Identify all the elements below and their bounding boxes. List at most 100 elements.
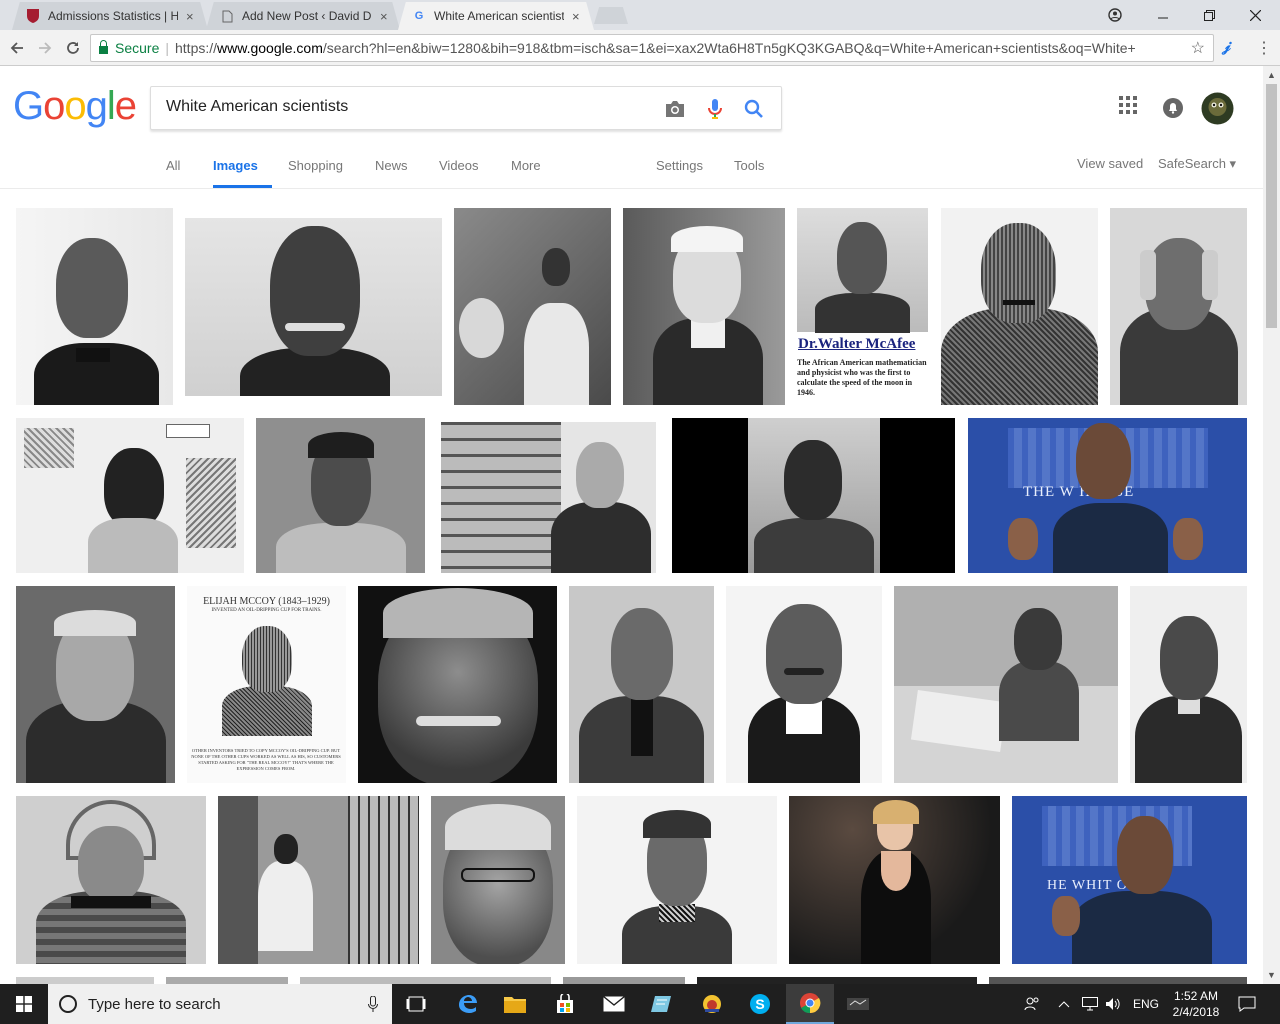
reload-icon[interactable] [61,36,85,60]
scrollbar-thumb[interactable] [1266,84,1277,328]
image-result[interactable] [577,796,777,964]
tab-videos[interactable]: Videos [439,158,479,188]
taskbar-clock[interactable]: 1:52 AM 2/4/2018 [1168,988,1224,1020]
network-icon[interactable] [1082,984,1098,1024]
search-icon[interactable] [742,97,766,121]
address-bar[interactable]: Secure | https://www.google.com/search?h… [90,34,1214,62]
image-result[interactable] [789,796,1000,964]
image-result[interactable] [726,586,882,783]
url-path: /search?hl=en&biw=1280&bih=918&tbm=isch&… [322,40,1135,56]
image-result[interactable] [941,208,1098,405]
action-center-icon[interactable] [1238,984,1256,1024]
image-result[interactable] [185,218,442,396]
store-icon[interactable] [541,984,589,1024]
image-result[interactable] [16,208,173,405]
app-window-icon[interactable] [834,984,882,1024]
logo-letter: g [85,84,108,128]
new-tab-button[interactable] [594,7,628,24]
microphone-icon[interactable] [703,97,727,121]
notes-app-icon[interactable] [638,984,686,1024]
image-result[interactable] [454,208,611,405]
volume-icon[interactable] [1105,984,1121,1024]
safesearch-dropdown[interactable]: SafeSearch ▾ [1158,156,1236,186]
view-saved-link[interactable]: View saved [1077,156,1143,186]
image-result[interactable] [1110,208,1247,405]
google-logo[interactable]: Google [13,84,137,129]
image-result[interactable] [623,208,785,405]
task-view-icon[interactable] [392,984,440,1024]
tab-all[interactable]: All [166,158,180,188]
microphone-icon[interactable] [368,995,378,1016]
svg-text:S: S [755,996,764,1012]
close-tab-icon[interactable]: × [186,9,194,24]
search-input[interactable] [166,98,646,116]
image-result[interactable] [894,586,1118,783]
image-result[interactable] [300,977,551,984]
chrome-menu-icon[interactable]: ⋮ [1256,38,1272,58]
language-indicator[interactable]: ENG [1133,984,1159,1024]
image-result[interactable] [431,796,565,964]
image-result[interactable]: ELIJAH MCCOY (1843–1929) INVENTED AN OIL… [187,586,346,783]
image-result[interactable] [218,796,419,964]
image-result[interactable] [16,418,244,573]
tab-images[interactable]: Images [213,158,272,188]
apps-grid-icon[interactable] [1119,96,1137,119]
app-shield-icon[interactable] [688,984,736,1024]
tab-more[interactable]: More [511,158,541,188]
close-tab-icon[interactable]: × [380,9,388,24]
bookmark-star-icon[interactable]: ☆ [1191,38,1205,58]
restore-icon[interactable] [1186,0,1232,30]
tab-add-new-post[interactable]: Add New Post ‹ David Du × [206,2,400,30]
image-result[interactable] [441,422,656,573]
tab-google-images[interactable]: G White American scientist × [398,2,594,30]
taskbar-search-placeholder: Type here to search [88,995,221,1013]
image-result[interactable] [16,977,154,984]
image-caption-text: OTHER INVENTORS TRIED TO COPY MCCOY'S OI… [191,748,341,771]
image-caption-text: The African American mathematician and p… [797,358,927,397]
tray-chevron-up-icon[interactable] [1058,984,1070,1024]
tab-shopping[interactable]: Shopping [288,158,343,188]
vertical-scrollbar[interactable]: ▲ ▼ [1263,66,1280,986]
edge-browser-icon[interactable] [443,984,491,1024]
image-result[interactable] [672,418,955,573]
tab-admissions-statistics[interactable]: Admissions Statistics | Ha × [12,2,208,30]
windows-start-icon[interactable] [0,984,48,1024]
image-result[interactable] [16,796,206,964]
image-result[interactable] [256,418,425,573]
notifications-bell-icon[interactable] [1162,97,1184,124]
image-result[interactable] [166,977,288,984]
secure-indicator[interactable]: Secure [99,39,159,56]
close-tab-icon[interactable]: × [572,9,580,24]
image-result[interactable] [358,586,557,783]
chrome-icon[interactable] [786,984,834,1024]
image-result[interactable]: THE W HOUSE [968,418,1247,573]
file-explorer-icon[interactable] [491,984,539,1024]
close-window-icon[interactable] [1232,0,1278,30]
image-result[interactable] [563,977,685,984]
extension-icon[interactable]: 𝒿 [1222,38,1231,56]
image-result[interactable] [989,977,1247,984]
taskbar-search-box[interactable]: Type here to search [48,984,392,1024]
tools-link[interactable]: Tools [734,158,764,188]
image-result[interactable] [697,977,977,984]
profile-icon[interactable] [1092,0,1138,30]
scroll-up-arrow-icon[interactable]: ▲ [1267,70,1276,80]
image-result[interactable]: Dr.Walter McAfee The African American ma… [797,208,928,405]
mail-icon[interactable] [590,984,638,1024]
forward-arrow-icon[interactable] [33,36,57,60]
image-result[interactable] [1130,586,1247,783]
image-result[interactable]: HE WHIT OUSE [1012,796,1247,964]
scroll-down-arrow-icon[interactable]: ▼ [1267,970,1276,980]
tab-title: White American scientist [434,9,564,23]
image-result[interactable] [569,586,714,783]
camera-icon[interactable] [663,97,687,121]
settings-link[interactable]: Settings [656,158,703,188]
image-result[interactable] [16,586,175,783]
skype-icon[interactable]: S [736,984,784,1024]
tab-news[interactable]: News [375,158,408,188]
people-icon[interactable] [1024,984,1040,1024]
account-avatar[interactable] [1201,92,1234,130]
minimize-icon[interactable] [1140,0,1186,30]
back-arrow-icon[interactable] [5,36,29,60]
url-text[interactable]: https://www.google.com/search?hl=en&biw=… [175,40,1135,56]
